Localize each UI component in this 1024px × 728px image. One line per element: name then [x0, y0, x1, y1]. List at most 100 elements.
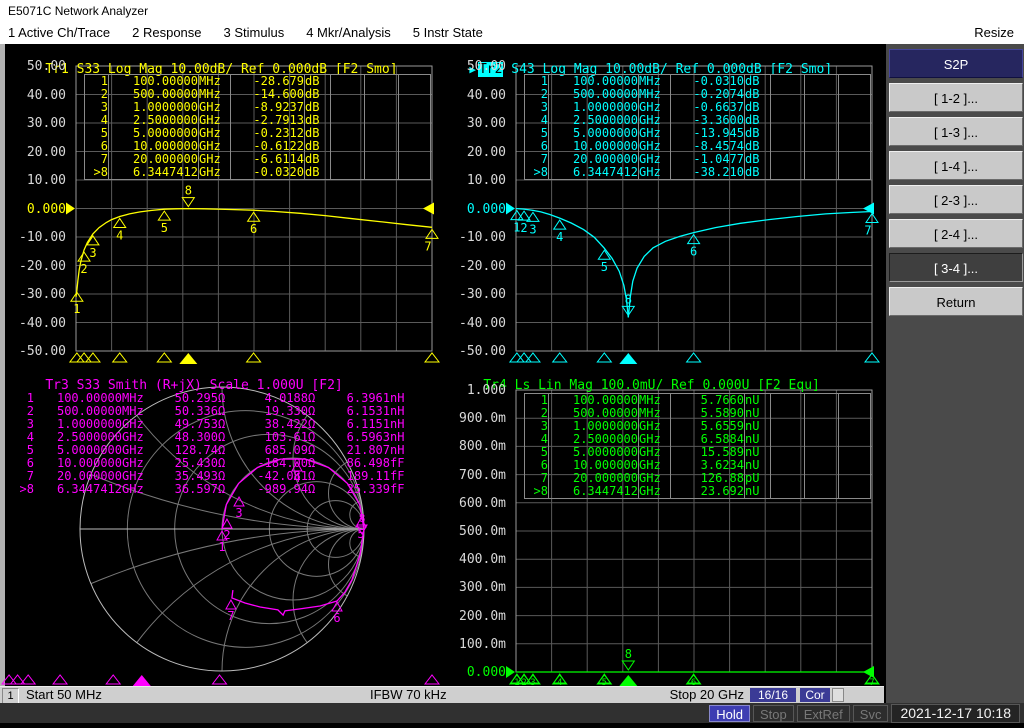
tr1-marker-2[interactable]	[78, 252, 90, 261]
tr4-marker-8[interactable]	[622, 661, 634, 670]
marker-cell: -0.6637	[671, 101, 745, 114]
tr4-yaxis-label: 400.0m	[444, 552, 506, 567]
tr2-yaxis-label: 40.00	[444, 88, 506, 103]
menu-bar: 1 Active Ch/Trace 2 Response 3 Stimulus …	[0, 22, 1024, 44]
marker-number: 6	[250, 222, 257, 236]
statusbar-stub-button[interactable]	[832, 688, 844, 702]
marker-cell	[839, 88, 871, 101]
menu-resize[interactable]: Resize	[966, 22, 1024, 44]
marker-row: 31.0000000GHz-8.9237dB	[85, 101, 431, 114]
tr1-yaxis-label: 40.00	[4, 88, 66, 103]
menu-active-ch-trace[interactable]: 1 Active Ch/Trace	[0, 22, 124, 44]
marker-cell: 5	[525, 446, 549, 459]
marker-cell: Ω	[218, 405, 234, 418]
stop-frequency-label: Stop 20 GHz	[670, 687, 744, 703]
marker-cell: 49.753	[152, 418, 218, 431]
marker-cell: dB	[305, 127, 331, 140]
return-button[interactable]: Return	[889, 287, 1023, 316]
btn-3-4[interactable]: [ 3-4 ]...	[889, 253, 1023, 282]
btn-1-2[interactable]: [ 1-2 ]...	[889, 83, 1023, 112]
correction-badge: Cor	[800, 688, 830, 702]
marker-cell: 19.330	[234, 405, 308, 418]
menu-mkr-analysis[interactable]: 4 Mkr/Analysis	[298, 22, 405, 44]
tr3-marker-7[interactable]	[226, 600, 236, 609]
marker-row: 2500.00000MHz5.5890nU	[525, 407, 871, 420]
marker-cell	[399, 88, 431, 101]
marker-cell: Ω	[218, 457, 234, 470]
btn-1-4[interactable]: [ 1-4 ]...	[889, 151, 1023, 180]
marker-number: 7	[864, 223, 871, 237]
menu-response[interactable]: 2 Response	[124, 22, 215, 44]
btn-2-4[interactable]: [ 2-4 ]...	[889, 219, 1023, 248]
marker-cell: 6.3447412	[34, 483, 122, 496]
marker-number: 6	[690, 245, 697, 259]
marker-cell: GHz	[639, 140, 671, 153]
marker-cell: nU	[745, 446, 771, 459]
marker-cell: dB	[305, 140, 331, 153]
marker-cell: Ω	[218, 470, 234, 483]
marker-row: >86.3447412GHz36.597Ω-989.94Ω25.339fF	[14, 483, 412, 496]
marker-cell	[805, 394, 839, 408]
marker-cell: 3	[525, 101, 549, 114]
marker-cell: 100.00000	[34, 392, 122, 405]
channel-number-box: 1	[2, 688, 19, 704]
tr1-marker-8[interactable]	[182, 198, 194, 207]
btn-1-3[interactable]: [ 1-3 ]...	[889, 117, 1023, 146]
start-frequency-label: Start 50 MHz	[26, 687, 102, 703]
marker-cell: 1.0000000	[549, 420, 639, 433]
tr1-marker-4[interactable]	[114, 218, 126, 227]
s2p-button[interactable]: S2P	[889, 49, 1023, 78]
menu-stimulus[interactable]: 3 Stimulus	[216, 22, 299, 44]
tr2-marker-table: 1100.00000MHz-0.0310dB2500.00000MHz-0.20…	[524, 74, 871, 180]
marker-cell: -14.600	[231, 88, 305, 101]
marker-cell: 20.000000	[34, 470, 122, 483]
marker-cell: GHz	[639, 459, 671, 472]
hold-badge[interactable]: Hold	[709, 705, 750, 722]
marker-cell: 3	[525, 420, 549, 433]
marker-cell	[839, 114, 871, 127]
marker-cell: 5	[525, 127, 549, 140]
tr2-yaxis-label: -30.00	[444, 287, 506, 302]
marker-cell: >8	[525, 166, 549, 180]
marker-row: 720.000000GHz35.493Ω-42.081Ω189.11fF	[14, 470, 412, 483]
stimulus-marker	[425, 675, 439, 684]
marker-cell: 4.0188	[234, 392, 308, 405]
marker-cell: 2	[525, 88, 549, 101]
marker-cell	[839, 407, 871, 420]
marker-cell: GHz	[639, 127, 671, 140]
marker-cell: nU	[745, 407, 771, 420]
marker-cell: 126.88	[671, 472, 745, 485]
marker-cell	[365, 153, 399, 166]
tr2-yaxis-label: 20.00	[444, 145, 506, 160]
menu-instr-state[interactable]: 5 Instr State	[405, 22, 497, 44]
marker-row: 31.0000000GHz5.6559nU	[525, 420, 871, 433]
marker-cell: dB	[745, 166, 771, 180]
tr2-yaxis-label: 30.00	[444, 116, 506, 131]
tr4-format-label: Ls Lin Mag 100.0mU/ Ref 0.000U [F2 Equ]	[507, 378, 820, 393]
marker-cell: -3.3600	[671, 114, 745, 127]
marker-cell: 2	[85, 88, 109, 101]
marker-cell: MHz	[639, 394, 671, 408]
marker-number: 7	[227, 609, 234, 623]
marker-cell: GHz	[199, 101, 231, 114]
tr1-yaxis-label: -50.00	[4, 344, 66, 359]
tr2-marker-4[interactable]	[554, 220, 566, 229]
marker-cell: GHz	[122, 457, 152, 470]
stimulus-marker	[510, 353, 524, 362]
marker-cell: GHz	[639, 166, 671, 180]
marker-cell	[805, 433, 839, 446]
marker-cell	[839, 446, 871, 459]
marker-number: 8	[185, 184, 192, 198]
marker-row: 1100.00000MHz-0.0310dB	[525, 75, 871, 89]
tr1-marker-5[interactable]	[158, 211, 170, 220]
marker-row: 55.0000000GHz-13.945dB	[525, 127, 871, 140]
marker-cell: dB	[745, 140, 771, 153]
marker-cell	[839, 394, 871, 408]
marker-cell	[399, 153, 431, 166]
btn-2-3[interactable]: [ 2-3 ]...	[889, 185, 1023, 214]
marker-cell	[399, 114, 431, 127]
marker-number: 8	[625, 647, 632, 661]
tr1-yaxis-label: 30.00	[4, 116, 66, 131]
marker-cell: GHz	[199, 166, 231, 180]
marker-cell: GHz	[199, 127, 231, 140]
